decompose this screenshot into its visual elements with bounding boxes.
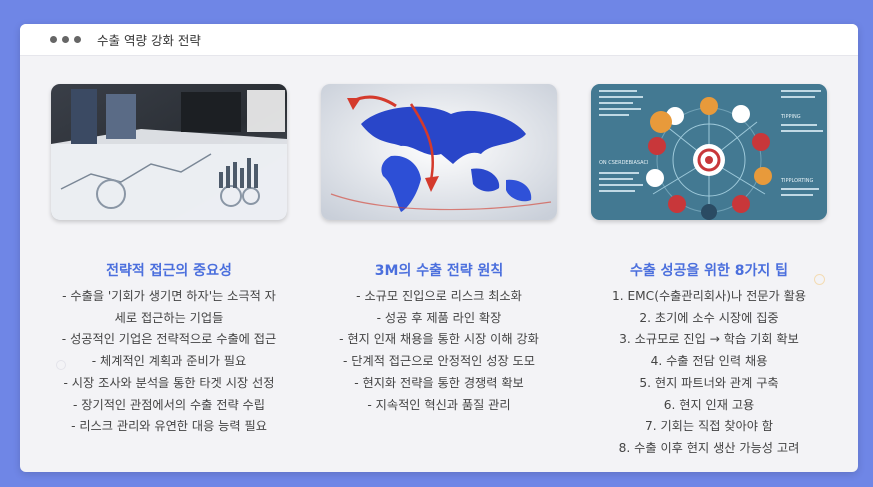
list-item: - 수출을 '기회가 생기면 하자'는 소극적 자 <box>62 289 276 303</box>
column-eight-tips: ON CSERDEBIASACI TIPPING TIPPLORTING 수출 … <box>580 84 838 460</box>
list-item: 7. 기회는 직접 찾아야 함 <box>644 419 774 434</box>
column-heading: 3M의 수출 전략 원칙 <box>374 263 504 279</box>
list-item: 3. 소규모로 진입 → 학습 기회 확보 <box>619 332 799 347</box>
list-item: - 현지화 전략을 통한 경쟁력 확보 <box>354 375 524 390</box>
world-map-export-image <box>321 84 557 220</box>
window-titlebar: 수출 역량 강화 전략 <box>20 24 858 56</box>
list-item: 4. 수출 전담 인력 채용 <box>650 354 768 369</box>
column-strategic-approach: 전략적 접근의 중요성 - 수출을 '기회가 생기면 하자'는 소극적 자 세로… <box>40 84 298 438</box>
business-data-charts-image <box>51 84 287 220</box>
bullet-list: - 수출을 '기회가 생기면 하자'는 소극적 자 세로 접근하는 기업들 - … <box>40 286 298 438</box>
window-controls <box>50 36 81 43</box>
decorative-circle <box>56 360 66 370</box>
list-item: - 현지 인재 채용을 통한 시장 이해 강화 <box>339 332 539 347</box>
window-dot-close[interactable] <box>50 36 57 43</box>
list-item: - 성공적인 기업은 전략적으로 수출에 접근 <box>61 332 277 347</box>
numbered-list: 1. EMC(수출관리회사)나 전문가 활용 2. 초기에 소수 시장에 집중 … <box>580 286 838 460</box>
window-dot-maximize[interactable] <box>74 36 81 43</box>
list-item: - 체계적인 계획과 준비가 필요 <box>91 354 247 369</box>
presentation-window: 수출 역량 강화 전략 전략적 접근의 중요성 - 수출을 '기회가 생기면 하… <box>20 24 858 472</box>
list-item: 6. 현지 인재 고용 <box>663 397 755 412</box>
list-item: - 리스크 관리와 유연한 대응 능력 필요 <box>71 419 267 434</box>
decorative-circle <box>814 274 825 285</box>
list-item: 8. 수출 이후 현지 생산 가능성 고려 <box>618 440 800 455</box>
list-item: 5. 현지 파트너와 관계 구축 <box>639 375 779 390</box>
list-item: - 장기적인 관점에서의 수출 전략 수립 <box>73 397 265 412</box>
list-item: 세로 접근하는 기업들 <box>114 310 224 325</box>
bullet-list: - 소규모 진입으로 리스크 최소화 - 성공 후 제품 라인 확장 - 현지 … <box>310 286 568 416</box>
list-item: - 소규모 진입으로 리스크 최소화 <box>356 289 522 303</box>
list-item: - 시장 조사와 분석을 통한 타겟 시장 선정 <box>63 375 275 390</box>
window-title: 수출 역량 강화 전략 <box>97 33 201 48</box>
list-item: 2. 초기에 소수 시장에 집중 <box>639 310 779 325</box>
column-heading: 수출 성공을 위한 8가지 팁 <box>629 263 789 279</box>
list-item: 1. EMC(수출관리회사)나 전문가 활용 <box>611 289 807 303</box>
infographic-label-right-top: TIPPING <box>780 114 801 120</box>
list-item: - 단계적 접근으로 안정적인 성장 도모 <box>343 354 535 369</box>
column-heading: 전략적 접근의 중요성 <box>106 263 232 279</box>
export-infographic-image: ON CSERDEBIASACI TIPPING TIPPLORTING <box>591 84 827 220</box>
infographic-label-right-mid: TIPPLORTING <box>780 178 813 184</box>
list-item: - 지속적인 혁신과 품질 관리 <box>367 397 511 412</box>
list-item: - 성공 후 제품 라인 확장 <box>376 310 502 325</box>
infographic-label-left: ON CSERDEBIASACI <box>599 160 648 166</box>
column-3m-principles: 3M의 수출 전략 원칙 - 소규모 진입으로 리스크 최소화 - 성공 후 제… <box>310 84 568 416</box>
window-dot-minimize[interactable] <box>62 36 69 43</box>
